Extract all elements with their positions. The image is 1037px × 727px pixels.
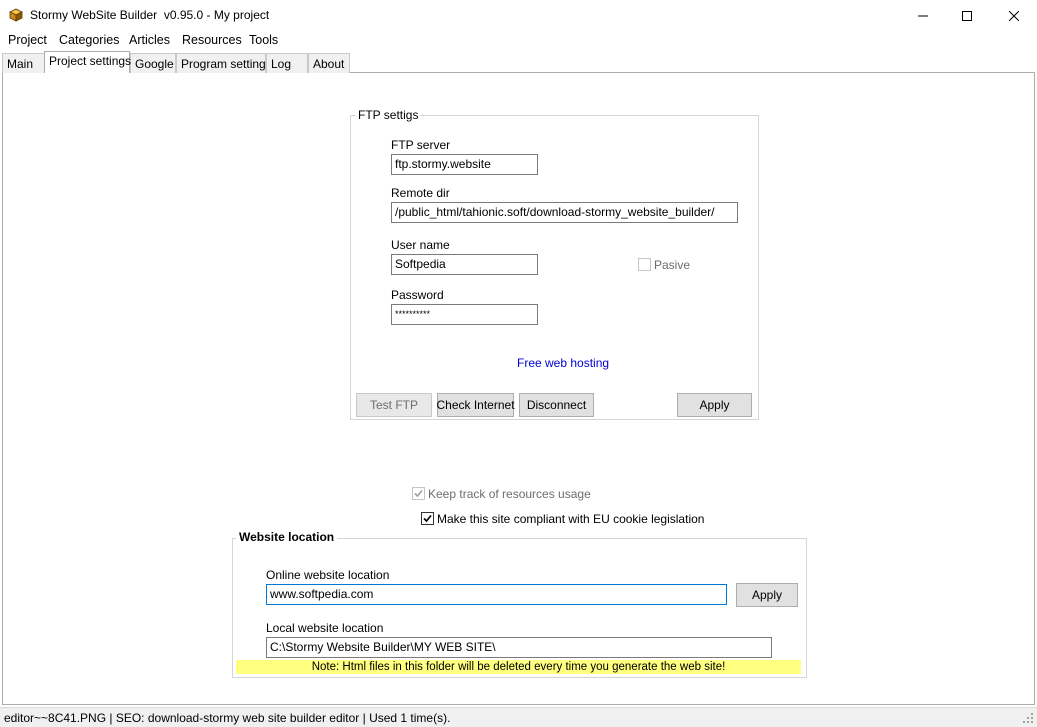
test-ftp-button[interactable]: Test FTP <box>356 393 432 417</box>
menu-resources[interactable]: Resources <box>182 33 242 47</box>
menu-categories[interactable]: Categories <box>59 33 119 47</box>
pasive-checkbox[interactable] <box>638 258 651 271</box>
close-icon <box>1009 10 1019 21</box>
maximize-button[interactable] <box>944 0 990 31</box>
online-location-input[interactable]: www.softpedia.com <box>266 584 727 605</box>
tab-strip: Main Project settings Google Program set… <box>0 51 1037 73</box>
tab-program-settings[interactable]: Program settings <box>176 53 272 73</box>
delete-warning-note: Note: Html files in this folder will be … <box>236 660 801 674</box>
tab-google[interactable]: Google <box>130 53 176 73</box>
online-location-label: Online website location <box>266 568 390 582</box>
ftp-group-title: FTP settigs <box>356 108 421 122</box>
remote-dir-label: Remote dir <box>391 186 450 200</box>
free-web-hosting-link[interactable]: Free web hosting <box>517 356 609 370</box>
minimize-icon <box>918 15 928 16</box>
pasive-label: Pasive <box>654 258 691 272</box>
tab-main[interactable]: Main <box>2 53 45 73</box>
menu-bar: Project Categories Articles Resources To… <box>0 31 1037 51</box>
resize-grip-icon[interactable] <box>1022 712 1034 724</box>
local-location-input[interactable]: C:\Stormy Website Builder\MY WEB SITE\ <box>266 637 772 658</box>
username-input[interactable]: Softpedia <box>391 254 538 275</box>
tab-project-settings[interactable]: Project settings <box>44 51 131 73</box>
close-button[interactable] <box>991 0 1037 31</box>
menu-tools[interactable]: Tools <box>249 33 278 47</box>
minimize-button[interactable] <box>900 0 946 31</box>
status-text: editor~~8C41.PNG | SEO: download-stormy … <box>4 711 451 725</box>
location-apply-button[interactable]: Apply <box>736 583 798 607</box>
checkmark-icon <box>423 514 432 523</box>
eu-cookie-checkbox[interactable] <box>421 512 434 525</box>
remote-dir-input[interactable]: /public_html/tahionic.soft/download-stor… <box>391 202 738 223</box>
window-title: Stormy WebSite Builder v0.95.0 - My proj… <box>30 8 270 22</box>
eu-cookie-label: Make this site compliant with EU cookie … <box>437 512 705 526</box>
password-input[interactable]: ********** <box>391 304 538 325</box>
keep-track-label: Keep track of resources usage <box>428 487 591 501</box>
local-location-label: Local website location <box>266 621 384 635</box>
tab-about[interactable]: About <box>308 53 350 73</box>
website-location-title: Website location <box>236 530 338 544</box>
username-label: User name <box>391 238 450 252</box>
menu-articles[interactable]: Articles <box>129 33 170 47</box>
ftp-apply-button[interactable]: Apply <box>677 393 752 417</box>
maximize-icon <box>962 10 972 21</box>
tab-log[interactable]: Log <box>266 53 308 73</box>
check-internet-button[interactable]: Check Internet <box>436 393 515 417</box>
disconnect-button[interactable]: Disconnect <box>519 393 594 417</box>
ftp-server-label: FTP server <box>391 138 451 152</box>
app-box-icon <box>8 8 24 22</box>
menu-project[interactable]: Project <box>8 33 47 47</box>
password-label: Password <box>391 288 444 302</box>
ftp-server-input[interactable]: ftp.stormy.website <box>391 154 538 175</box>
keep-track-checkbox[interactable] <box>412 487 425 500</box>
checkmark-icon <box>414 489 423 498</box>
